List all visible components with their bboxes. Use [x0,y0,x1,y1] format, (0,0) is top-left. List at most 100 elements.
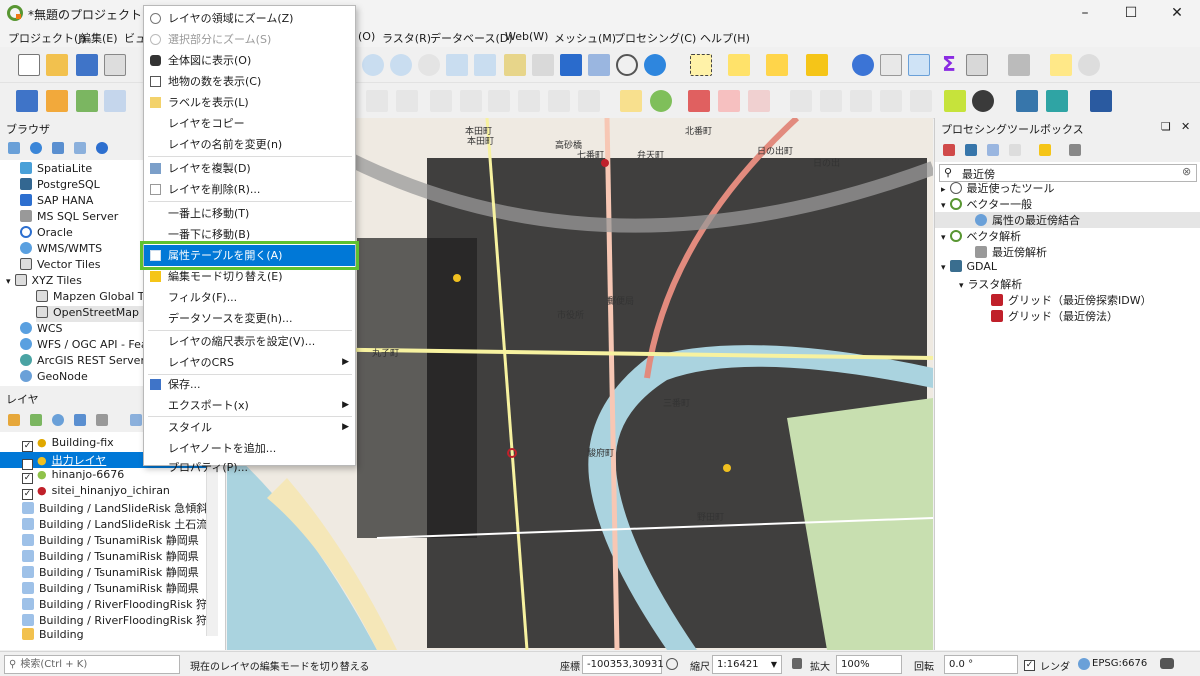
layer-row[interactable]: ✓ ● sitei_hinanjyo_ichiran [22,484,170,500]
redo-icon[interactable] [578,90,600,112]
select-location-icon[interactable] [806,54,828,76]
crs-globe-icon[interactable] [1078,658,1090,670]
zoom-native-icon[interactable] [504,54,526,76]
label-tool-icon[interactable] [620,90,642,112]
menu-show-feature-count[interactable]: 地物の数を表示(C) [144,71,355,92]
edit-pencil-icon[interactable] [104,90,126,112]
help-icon[interactable] [1090,90,1112,112]
label-rule-icon[interactable] [880,90,902,112]
layer-row[interactable]: ✓ ● hinanjo-6676 [22,468,124,484]
collapse-arrow-icon[interactable]: ▾ [941,233,946,243]
zoom-scale-icon[interactable] [418,54,440,76]
menu-duplicate-layer[interactable]: レイヤを複製(D) [144,158,355,179]
browser-item[interactable]: MS SQL Server [20,210,118,226]
layer-visibility-checkbox[interactable]: ✓ [22,473,33,484]
triangle-plugin-icon[interactable] [944,90,966,112]
save-as-icon[interactable] [104,54,126,76]
menu-zoom-to-selection[interactable]: 選択部分にズーム(S) [144,29,355,50]
info-icon[interactable] [96,142,108,154]
measure-line-icon[interactable] [1008,54,1030,76]
locator-icon[interactable] [1078,54,1100,76]
label-props-icon[interactable] [850,90,872,112]
paste-icon[interactable] [518,90,540,112]
minimize-button[interactable]: – [1062,0,1108,27]
add-group-icon[interactable] [30,414,42,426]
open-field-calc-icon[interactable] [966,54,988,76]
toolbox-tree-item[interactable]: グリッド（最近傍法） [991,308,1118,324]
expand-all-icon[interactable] [130,414,142,426]
menu-add-layer-note[interactable]: レイヤノートを追加... [144,438,355,459]
layer-row[interactable]: Building / TsunamiRisk 静岡県 [22,548,199,564]
render-checkbox[interactable]: ✓ [1024,657,1039,671]
layer-row[interactable]: ✓ ● Building-fix [22,436,114,452]
menu-mesh[interactable]: メッシュ(M) [554,30,616,46]
toolbox-tree-item[interactable]: 最近傍解析 [975,244,1047,260]
extents-toggle-icon[interactable] [666,658,678,670]
show-bookmarks-icon[interactable] [588,54,610,76]
layer-visibility-checkbox[interactable]: ✓ [22,489,33,500]
style-icon[interactable] [8,414,20,426]
delete-selected-icon[interactable] [430,90,452,112]
collapse-arrow-icon[interactable]: ▾ [959,281,964,291]
temporal-clock-icon[interactable] [616,54,638,76]
browser-item[interactable]: ArcGIS REST Servers [20,354,151,370]
browser-item[interactable]: WFS / OGC API - Featu [20,338,159,354]
menu-edit[interactable]: 編集(E) [80,30,118,46]
digitize-icon[interactable] [76,90,98,112]
menu-processing[interactable]: プロセシング(C) [614,30,696,46]
close-button[interactable]: ✕ [1154,0,1200,27]
menu-scale-visibility[interactable]: レイヤの縮尺表示を設定(V)... [144,331,355,352]
zoom-layer-icon[interactable] [474,54,496,76]
rotate-label-icon[interactable] [790,90,812,112]
zoom-out-icon[interactable] [390,54,412,76]
menu-show-in-overview[interactable]: 全体図に表示(O) [144,50,355,71]
browser-item[interactable]: Oracle [20,226,73,242]
zoom-selection-icon[interactable] [446,54,468,76]
menu-layer-tail[interactable]: (O) [358,30,375,43]
layer-row[interactable]: Building / RiverFloodingRisk 狩 [22,596,207,612]
magnifier-spinbox[interactable]: 100% [836,655,902,674]
locator-search-input[interactable]: ⚲ 検索(Ctrl + K) [4,655,180,674]
cut-icon[interactable] [460,90,482,112]
rotation-spinbox[interactable]: 0.0 ° [944,655,1018,674]
map-tips-icon[interactable] [1050,54,1072,76]
menu-export[interactable]: エクスポート(x) ▶ [144,395,355,416]
toolbox-tree-item-selected[interactable]: 属性の最近傍結合 [975,212,1080,228]
browser-item[interactable]: SpatiaLite [20,162,92,178]
results-icon[interactable] [1009,144,1021,156]
browser-item[interactable]: Vector Tiles [20,258,101,274]
browser-item[interactable]: WCS [20,322,63,338]
browser-item[interactable]: PostgreSQL [20,178,100,194]
filter-expression-icon[interactable] [96,414,108,426]
vertex-tool-icon[interactable] [366,90,388,112]
menu-toggle-editing[interactable]: 編集モード切り替え(E) [144,266,355,287]
layer-row[interactable]: Building / TsunamiRisk 静岡県 [22,532,199,548]
select-by-value-icon[interactable] [728,54,750,76]
crs-button[interactable]: EPSG:6676 [1092,658,1147,669]
add-layer-icon[interactable] [16,90,38,112]
collapse-arrow-icon[interactable]: ▾ [6,277,11,287]
toolbox-tree-item[interactable]: ▾ GDAL [941,260,997,276]
expand-arrow-icon[interactable]: ▸ [941,185,946,195]
identify-icon[interactable] [852,54,874,76]
toolbox-tree-item[interactable]: グリッド（最近傍探索IDW） [991,292,1152,308]
browser-item[interactable]: GeoNode [20,370,88,386]
layer-row[interactable]: Building [22,628,84,644]
bookmark-icon[interactable] [560,54,582,76]
layer-visibility-checkbox[interactable]: ✓ [22,441,33,452]
scale-combobox[interactable]: 1:16421 ▼ [712,655,782,674]
options-wrench-icon[interactable] [1069,144,1081,156]
open-project-icon[interactable] [46,54,68,76]
scripts-icon[interactable] [965,144,977,156]
layer-row[interactable]: Building / LandSlideRisk 土石流 [22,516,207,532]
filter-browser-icon[interactable] [52,142,64,154]
menu-open-attribute-table[interactable]: 属性テーブルを開く(A) [140,241,359,270]
copy-icon[interactable] [488,90,510,112]
float-panel-icon[interactable]: ❏ [1161,120,1171,133]
layer-row-selected[interactable]: ✓ ● 出力レイヤ [22,452,106,470]
toolbox-tree-item[interactable]: ▸ 最近使ったツール [941,180,1055,196]
menu-layer-crs[interactable]: レイヤのCRS ▶ [144,352,355,373]
menu-database[interactable]: データベース(D) [430,30,513,46]
menu-change-datasource[interactable]: データソースを変更(h)... [144,308,355,329]
refresh-icon[interactable] [644,54,666,76]
